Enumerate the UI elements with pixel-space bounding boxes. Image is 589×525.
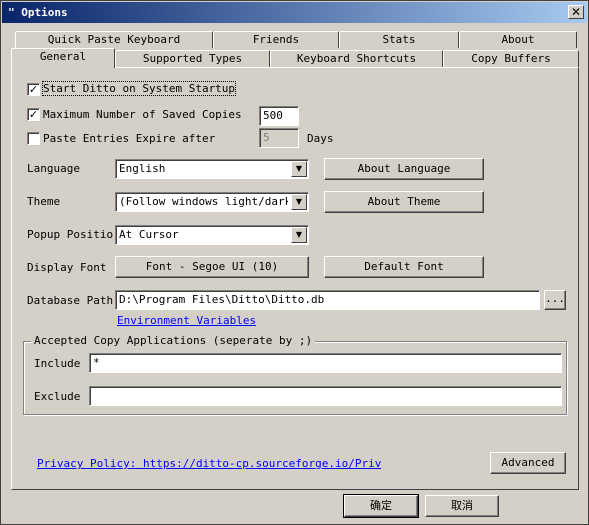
popup-position-label: Popup Positio [27, 228, 114, 241]
days-label: Days [307, 132, 334, 145]
startup-label[interactable]: Start Ditto on System Startup [41, 81, 237, 96]
options-window: " Options ✕ Quick Paste Keyboard Friends… [0, 0, 589, 525]
advanced-button[interactable]: Advanced [490, 452, 566, 474]
default-font-button[interactable]: Default Font [324, 256, 484, 278]
max-saved-checkbox[interactable]: ✓ [27, 108, 40, 121]
environment-variables-link[interactable]: Environment Variables [117, 314, 256, 327]
chevron-down-icon[interactable]: ▼ [291, 227, 307, 243]
browse-button[interactable]: ... [544, 290, 566, 310]
display-font-label: Display Font [27, 261, 107, 274]
database-path-input[interactable]: D:\Program Files\Ditto\Ditto.db [115, 290, 540, 310]
language-value: English [119, 162, 166, 175]
about-theme-button[interactable]: About Theme [324, 191, 484, 213]
max-saved-label[interactable]: Maximum Number of Saved Copies [43, 108, 242, 121]
expire-days-input: 5 [259, 128, 299, 148]
tab-general[interactable]: General [11, 48, 115, 68]
theme-select[interactable]: (Follow windows light/dark th ▼ [115, 192, 309, 212]
expire-checkbox[interactable] [27, 132, 40, 145]
include-input[interactable]: * [89, 353, 562, 373]
tab-copy-buffers[interactable]: Copy Buffers [443, 50, 579, 67]
include-label: Include [34, 357, 81, 370]
accepted-apps-title: Accepted Copy Applications (seperate by … [31, 334, 316, 347]
title-bar[interactable]: " Options ✕ [2, 2, 587, 23]
theme-label: Theme [27, 195, 61, 208]
popup-position-value: At Cursor [119, 228, 179, 241]
expire-label[interactable]: Paste Entries Expire after [43, 132, 215, 145]
max-saved-input[interactable]: 500 [259, 106, 299, 126]
about-language-button[interactable]: About Language [324, 158, 484, 180]
chevron-down-icon[interactable]: ▼ [291, 194, 307, 210]
tab-about[interactable]: About [459, 31, 577, 48]
window-title: Options [21, 6, 68, 19]
ok-button[interactable]: 确定 [343, 494, 419, 518]
language-label: Language [27, 162, 80, 175]
privacy-policy-link[interactable]: Privacy Policy: https://ditto-cp.sourcef… [37, 457, 381, 470]
exclude-label: Exclude [34, 390, 81, 403]
chevron-down-icon[interactable]: ▼ [291, 161, 307, 177]
tab-quick-paste-keyboard[interactable]: Quick Paste Keyboard [15, 31, 213, 48]
database-path-label: Database Path [27, 294, 114, 307]
font-button[interactable]: Font - Segoe UI (10) [115, 256, 309, 278]
tab-stats[interactable]: Stats [339, 31, 459, 48]
tab-friends[interactable]: Friends [213, 31, 339, 48]
popup-position-select[interactable]: At Cursor ▼ [115, 225, 309, 245]
exclude-input[interactable] [89, 386, 562, 406]
tab-keyboard-shortcuts[interactable]: Keyboard Shortcuts [270, 50, 443, 67]
cancel-button[interactable]: 取消 [425, 495, 499, 517]
tab-supported-types[interactable]: Supported Types [115, 50, 270, 67]
theme-value: (Follow windows light/dark th [119, 195, 288, 208]
language-select[interactable]: English ▼ [115, 159, 309, 179]
close-icon[interactable]: ✕ [568, 5, 584, 19]
app-icon: " [8, 6, 15, 19]
startup-checkbox[interactable]: ✓ [27, 83, 40, 96]
